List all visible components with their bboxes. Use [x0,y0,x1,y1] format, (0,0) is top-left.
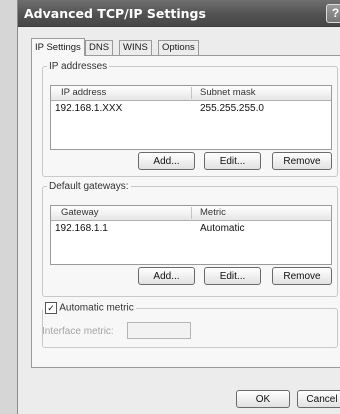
tab-wins[interactable]: WINS [119,40,152,55]
ip-edit-button[interactable]: Edit... [204,152,261,170]
column-header-ip-address[interactable]: IP address [61,86,106,100]
interface-metric-label: Interface metric: [42,326,114,337]
tab-options[interactable]: Options [158,40,199,55]
column-divider[interactable] [191,87,192,99]
gateway-list-header: Gateway Metric [51,206,331,221]
interface-metric-input[interactable] [127,322,191,339]
gateway-edit-button[interactable]: Edit... [204,267,261,285]
advanced-tcpip-dialog: Advanced TCP/IP Settings ? IP Settings D… [17,0,340,414]
default-gateways-legend: Default gateways: [49,181,129,192]
help-button[interactable]: ? [326,4,340,23]
ip-address-list[interactable]: IP address Subnet mask 192.168.1.XXX 255… [50,85,332,150]
column-header-subnet-mask[interactable]: Subnet mask [200,86,255,100]
metric-value: Automatic [200,223,245,234]
column-header-metric[interactable]: Metric [200,206,226,220]
gateway-list[interactable]: Gateway Metric 192.168.1.1 Automatic [50,205,332,265]
dialog-title: Advanced TCP/IP Settings [24,6,206,21]
ok-button[interactable]: OK [236,390,290,408]
automatic-metric-checkbox[interactable]: ✓ [45,302,57,314]
ip-list-header: IP address Subnet mask [51,86,331,101]
ip-remove-button[interactable]: Remove [272,152,332,170]
gateway-remove-button[interactable]: Remove [272,267,332,285]
tab-ip-settings[interactable]: IP Settings [31,38,85,56]
ip-add-button[interactable]: Add... [138,152,195,170]
title-bar[interactable]: Advanced TCP/IP Settings ? [18,0,340,27]
gateway-value: 192.168.1.1 [55,223,108,234]
automatic-metric-legend: ✓ Automatic metric [43,302,136,314]
tab-dns[interactable]: DNS [85,40,114,55]
column-header-gateway[interactable]: Gateway [61,206,99,220]
gateway-add-button[interactable]: Add... [138,267,195,285]
ip-addresses-legend: IP addresses [49,61,108,72]
cancel-button[interactable]: Cancel [297,390,340,408]
automatic-metric-label[interactable]: Automatic metric [59,303,133,314]
subnet-mask-value: 255.255.255.0 [200,103,264,114]
ip-settings-panel: IP addresses IP address Subnet mask 192.… [31,55,340,368]
column-divider[interactable] [191,207,192,219]
ip-address-value: 192.168.1.XXX [55,103,123,114]
